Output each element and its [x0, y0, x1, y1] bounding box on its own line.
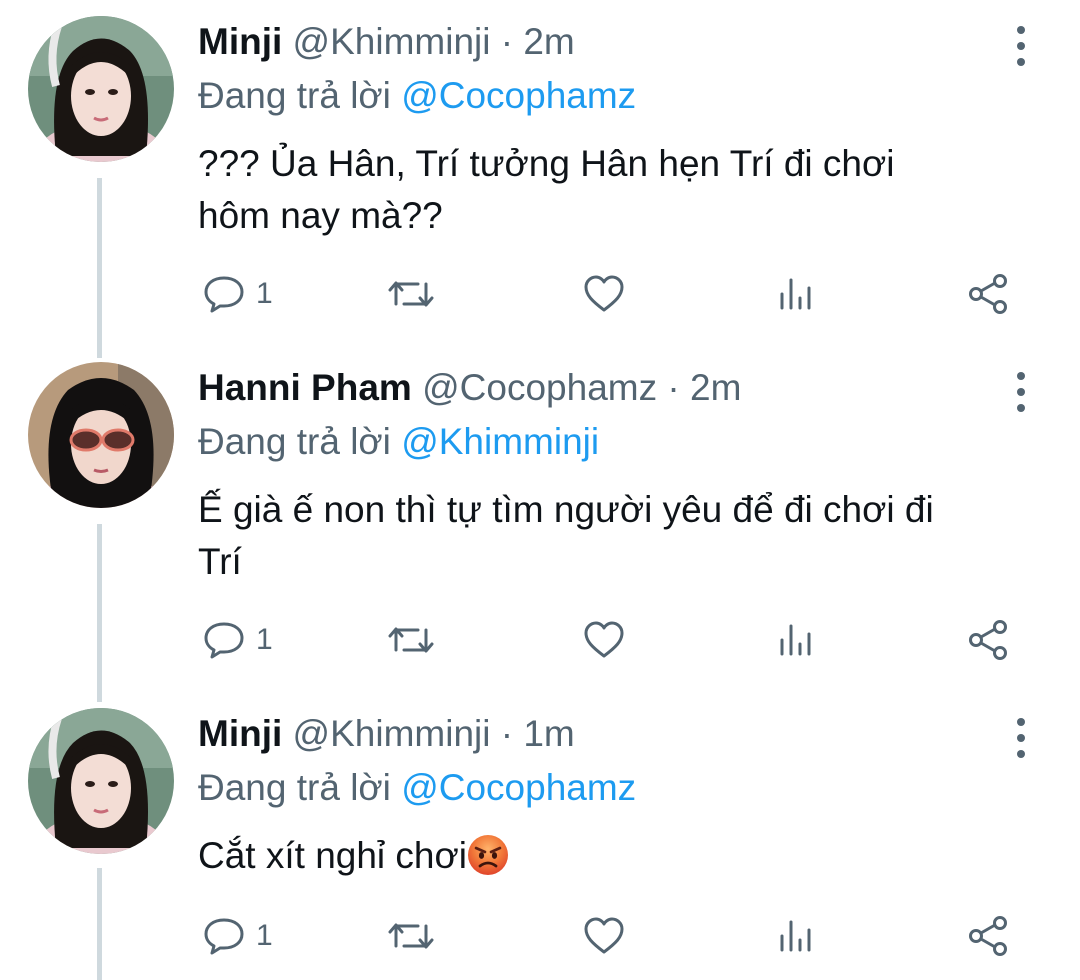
more-icon[interactable] [1008, 718, 1034, 758]
reply-count: 1 [256, 623, 273, 656]
retweet-icon [388, 627, 434, 653]
reply-context: Đang trả lời @Cocophamz [198, 74, 636, 118]
angry-face-emoji [468, 835, 508, 875]
tweet-header: Minji @Khimminji · 2m [198, 20, 575, 64]
user-handle[interactable]: @Khimminji [293, 21, 491, 62]
separator: · [667, 367, 680, 408]
timestamp[interactable]: 2m [523, 21, 574, 62]
share-icon [969, 274, 1007, 314]
tweet[interactable]: Hanni Pham @Cocophamz · 2m Đang trả lời … [0, 362, 1080, 692]
tweet-text-line: hôm nay mà?? [198, 195, 443, 236]
tweet-text-line: Trí [198, 541, 242, 582]
retweet-icon [388, 923, 434, 949]
share-button[interactable] [966, 270, 1010, 318]
tweet-text: Ế già ế non thì tự tìm người yêu để đi c… [198, 484, 1048, 588]
action-bar: 1 [198, 616, 1028, 664]
share-icon [969, 916, 1007, 956]
more-icon[interactable] [1008, 26, 1034, 66]
reply-button[interactable]: 1 [202, 616, 273, 664]
reply-icon [204, 918, 244, 955]
tweet-text-content: Cắt xít nghỉ chơi [198, 835, 467, 876]
reply-icon [204, 276, 244, 313]
action-bar: 1 [198, 912, 1028, 960]
tweet[interactable]: Minji @Khimminji · 1m Đang trả lời @Coco… [0, 708, 1080, 980]
display-name[interactable]: Minji [198, 713, 282, 754]
reply-button[interactable]: 1 [202, 912, 273, 960]
analytics-icon [780, 920, 811, 952]
tweet-text: Cắt xít nghỉ chơi [198, 830, 1048, 882]
analytics-icon [780, 624, 811, 656]
reply-prefix: Đang trả lời [198, 421, 391, 462]
display-name[interactable]: Hanni Pham [198, 367, 412, 408]
tweet-text-line: ??? Ủa Hân, Trí tưởng Hân hẹn Trí đi chơ… [198, 143, 895, 184]
reply-mention[interactable]: @Khimminji [401, 421, 599, 462]
analytics-button[interactable] [776, 616, 816, 664]
action-bar: 1 [198, 270, 1028, 318]
retweet-button[interactable] [386, 912, 436, 960]
reply-context: Đang trả lời @Cocophamz [198, 766, 636, 810]
separator: · [500, 21, 514, 62]
reply-context: Đang trả lời @Khimminji [198, 420, 599, 464]
retweet-icon [388, 281, 434, 307]
reply-icon [204, 622, 244, 659]
reply-count: 1 [256, 919, 273, 952]
like-button[interactable] [582, 270, 626, 318]
avatar[interactable] [28, 708, 174, 854]
analytics-button[interactable] [776, 270, 816, 318]
analytics-icon [780, 278, 811, 310]
tweet-header: Hanni Pham @Cocophamz · 2m [198, 366, 741, 410]
reply-button[interactable]: 1 [202, 270, 273, 318]
reply-prefix: Đang trả lời [198, 75, 391, 116]
separator: · [500, 713, 514, 754]
timestamp[interactable]: 2m [690, 367, 741, 408]
tweet-header: Minji @Khimminji · 1m [198, 712, 575, 756]
avatar[interactable] [28, 16, 174, 162]
display-name[interactable]: Minji [198, 21, 282, 62]
share-icon [969, 620, 1007, 660]
tweet-text-line: Ế già ế non thì tự tìm người yêu để đi c… [198, 489, 934, 530]
share-button[interactable] [966, 912, 1010, 960]
analytics-button[interactable] [776, 912, 816, 960]
like-button[interactable] [582, 616, 626, 664]
reply-mention[interactable]: @Cocophamz [401, 75, 636, 116]
like-icon [584, 275, 624, 312]
reply-mention[interactable]: @Cocophamz [401, 767, 636, 808]
timestamp[interactable]: 1m [523, 713, 574, 754]
like-icon [584, 917, 624, 954]
share-button[interactable] [966, 616, 1010, 664]
reply-prefix: Đang trả lời [198, 767, 391, 808]
retweet-button[interactable] [386, 270, 436, 318]
tweet-text-line: Cắt xít nghỉ chơi [198, 830, 1048, 882]
retweet-button[interactable] [386, 616, 436, 664]
tweet[interactable]: Minji @Khimminji · 2m Đang trả lời @Coco… [0, 16, 1080, 346]
user-handle[interactable]: @Cocophamz [422, 367, 657, 408]
reply-count: 1 [256, 277, 273, 310]
user-handle[interactable]: @Khimminji [293, 713, 491, 754]
like-button[interactable] [582, 912, 626, 960]
like-icon [584, 621, 624, 658]
tweet-text: ??? Ủa Hân, Trí tưởng Hân hẹn Trí đi chơ… [198, 138, 1048, 242]
avatar[interactable] [28, 362, 174, 508]
more-icon[interactable] [1008, 372, 1034, 412]
